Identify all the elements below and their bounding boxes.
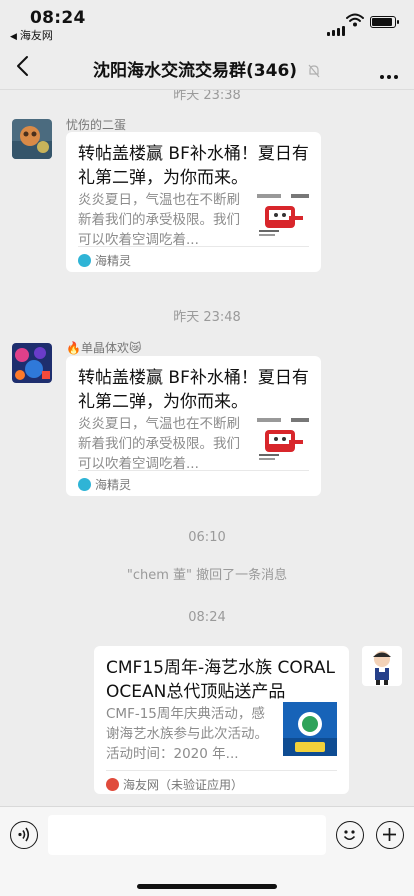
card-source-label: 海友网（未验证应用） (123, 778, 244, 792)
card-divider (106, 770, 337, 771)
link-card[interactable]: 转帖盖楼赢 BF补水桶！夏日有礼第二弹，为你而来。 炎炎夏日，气温也在不断刷新着… (66, 132, 321, 272)
chat-message-list[interactable]: 昨天 23:38 忧伤的二蛋 转帖盖楼赢 BF补水桶！夏日有礼第二弹，为你而来。… (0, 90, 414, 806)
avatar[interactable] (12, 119, 52, 159)
chat-title: 沈阳海水交流交易群(346) (0, 56, 414, 81)
more-icon[interactable] (377, 64, 398, 83)
avatar[interactable] (12, 343, 52, 383)
avatar[interactable] (362, 646, 402, 686)
plus-icon[interactable] (376, 821, 404, 849)
card-title: 转帖盖楼赢 BF补水桶！夏日有礼第二弹，为你而来。 (78, 368, 309, 412)
app-source-icon (106, 778, 119, 791)
card-thumbnail (283, 702, 337, 756)
timestamp: 昨天 23:48 (173, 310, 241, 325)
card-title: CMF15周年-海艺水族 CORAL OCEAN总代顶贴送产品 (106, 658, 335, 702)
message-input[interactable] (48, 815, 326, 855)
bell-muted-icon (308, 64, 320, 78)
timestamp: 昨天 23:38 (173, 90, 241, 103)
app-source-icon (78, 478, 91, 491)
input-bar (0, 806, 414, 896)
timestamp: 06:10 (188, 530, 226, 545)
card-description: 炎炎夏日，气温也在不断刷新着我们的承受极限。我们可以吹着空调吃着... (78, 416, 240, 472)
back-to-app-link[interactable]: ◀ 海友网 (10, 27, 53, 43)
back-triangle-icon: ◀ (10, 32, 17, 42)
card-thumbnail (255, 184, 309, 238)
sender-name: 忧伤的二蛋 (66, 118, 127, 132)
card-source-label: 海精灵 (95, 254, 132, 268)
wifi-icon (346, 13, 364, 27)
battery-icon (370, 16, 399, 28)
recall-notice: "chem 董" 撤回了一条消息 (126, 568, 288, 583)
card-description: 炎炎夏日，气温也在不断刷新着我们的承受极限。我们可以吹着空调吃着... (78, 192, 240, 248)
home-indicator (137, 884, 277, 889)
chat-header: 沈阳海水交流交易群(346) (0, 44, 414, 90)
card-source: 海精灵 (78, 476, 131, 493)
status-time: 08:24 (30, 8, 86, 28)
app-source-icon (78, 254, 91, 267)
back-app-label: 海友网 (19, 29, 53, 42)
status-bar: 08:24 ◀ 海友网 (0, 0, 414, 44)
card-source-label: 海精灵 (95, 478, 132, 492)
timestamp: 08:24 (188, 610, 226, 625)
emoji-icon[interactable] (336, 821, 364, 849)
card-source: 海友网（未验证应用） (106, 776, 243, 793)
card-divider (78, 470, 309, 471)
signal-icon (327, 17, 347, 36)
card-source: 海精灵 (78, 252, 131, 269)
link-card[interactable]: 转帖盖楼赢 BF补水桶！夏日有礼第二弹，为你而来。 炎炎夏日，气温也在不断刷新着… (66, 356, 321, 496)
sender-name: 🔥单晶体欢😿 (66, 341, 142, 355)
card-thumbnail (255, 408, 309, 462)
card-description: CMF-15周年庆典活动，感谢海艺水族参与此次活动。活动时间：2020 年... (106, 706, 268, 762)
chat-title-text: 沈阳海水交流交易群(346) (93, 61, 298, 81)
link-card[interactable]: CMF15周年-海艺水族 CORAL OCEAN总代顶贴送产品 CMF-15周年… (94, 646, 349, 794)
card-divider (78, 246, 309, 247)
voice-icon[interactable] (10, 821, 38, 849)
card-title: 转帖盖楼赢 BF补水桶！夏日有礼第二弹，为你而来。 (78, 144, 309, 188)
